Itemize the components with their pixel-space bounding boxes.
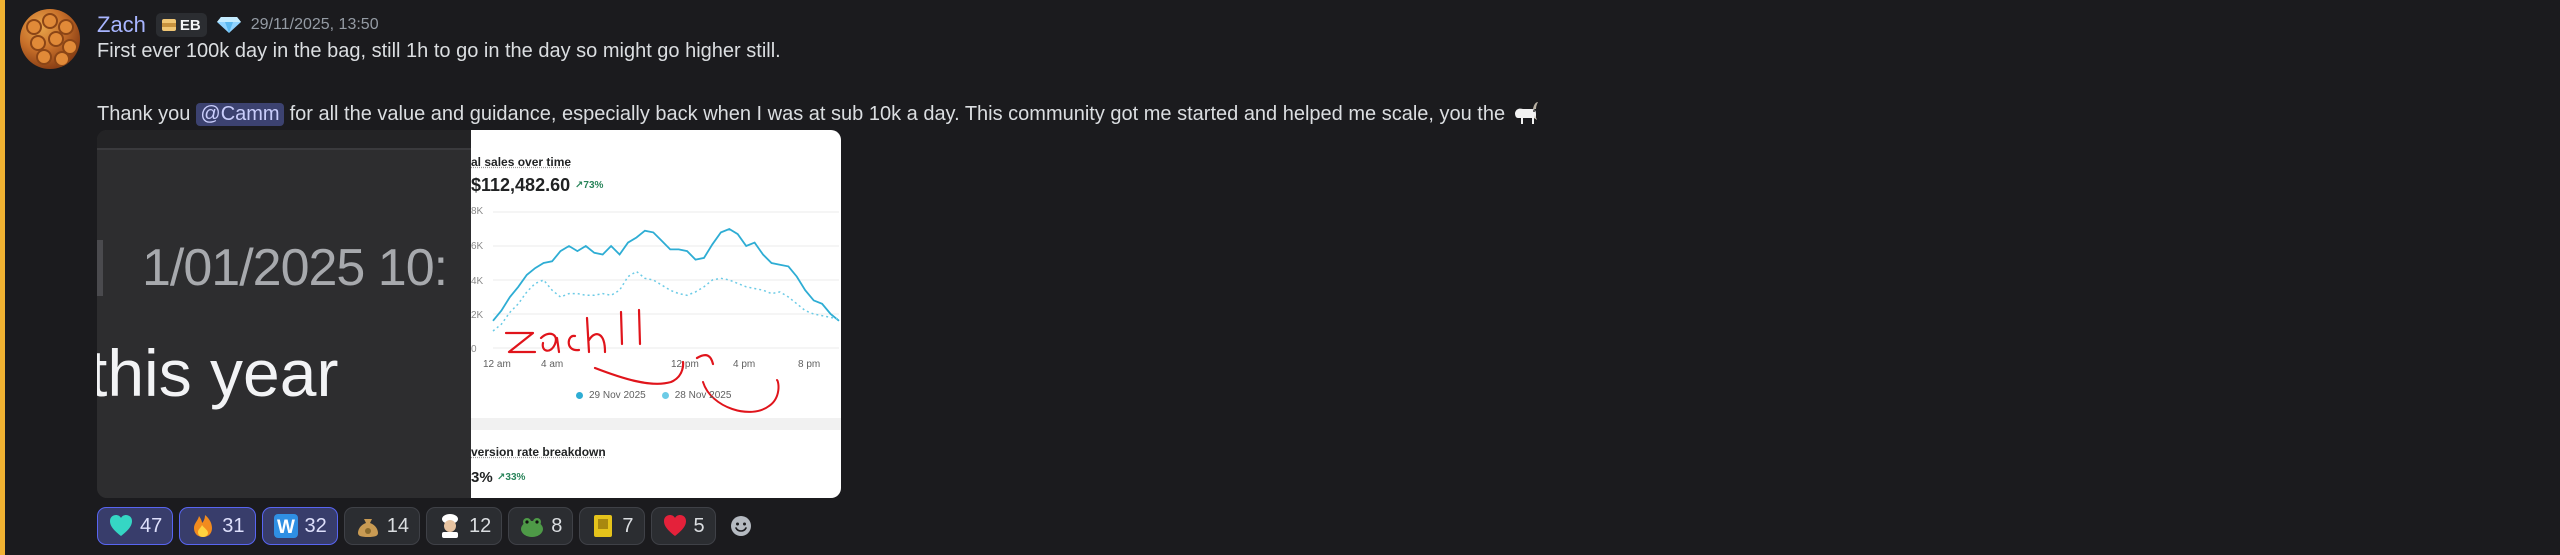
legend-item: 28 Nov 2025: [661, 390, 732, 401]
reaction-count: 32: [304, 514, 327, 537]
reaction-count: 47: [140, 514, 163, 537]
avatar[interactable]: [20, 9, 80, 69]
reaction-count: 14: [386, 514, 409, 537]
reaction-gold-card[interactable]: 7: [579, 507, 645, 545]
date-text: 1/01/2025 10:: [142, 239, 448, 297]
reaction-frog[interactable]: 8: [508, 507, 574, 545]
money-bag-icon: [355, 513, 381, 539]
guild-tag-label: EB: [179, 16, 201, 34]
reaction-red-heart[interactable]: 5: [650, 507, 716, 545]
user-mention[interactable]: @Camm: [196, 102, 284, 126]
red-scribble: [504, 308, 715, 385]
caption-text: this year: [97, 336, 339, 410]
card-separator: [471, 418, 841, 430]
red-heart-icon: [662, 513, 688, 539]
letter-w-icon: W: [273, 513, 299, 539]
reaction-letter-w[interactable]: W 32: [261, 507, 338, 545]
teal-heart-icon: [108, 513, 134, 539]
conversion-title: version rate breakdown: [471, 445, 606, 459]
reaction-fire[interactable]: 31: [179, 507, 256, 545]
x-tick-label: 4 am: [541, 359, 564, 370]
chart-legend: 29 Nov 2025 28 Nov 2025: [576, 390, 731, 401]
legend-dot: [661, 392, 669, 399]
x-tick-label: 12 pm: [671, 359, 699, 370]
message-header: Zach EB 29/11/2025, 13:50: [97, 10, 379, 40]
message-line-1: First ever 100k day in the bag, still 1h…: [97, 40, 781, 62]
fire-icon: [190, 513, 216, 539]
x-tick-label: 12 am: [483, 359, 511, 370]
reaction-count: 8: [551, 514, 563, 537]
x-tick-label: 4 pm: [733, 359, 756, 370]
reaction-count: 5: [693, 514, 705, 537]
screenshot-left: 1/01/2025 10: this year: [97, 130, 471, 498]
add-reaction-button[interactable]: [722, 507, 760, 545]
message-text-after-mention: for all the value and guidance, especial…: [289, 102, 1506, 125]
goat-icon: [1515, 102, 1539, 124]
reaction-count: 12: [469, 514, 492, 537]
chat-message: Zach EB 29/11/2025, 13:50 First ever 100…: [0, 0, 2560, 555]
reaction-bar: 47 31 W 32 14 12 8 7 5: [97, 507, 760, 545]
x-tick-label: 8 pm: [798, 359, 821, 370]
conversion-value: 3%: [471, 469, 493, 486]
username[interactable]: Zach: [97, 12, 146, 38]
reaction-count: 31: [222, 514, 245, 537]
message-text-before-mention: Thank you: [97, 102, 191, 125]
legend-label: 28 Nov 2025: [674, 390, 732, 401]
divider: [97, 240, 103, 296]
svg-text:W: W: [277, 517, 295, 538]
screenshot-right: al sales over time $112,482.60 ↗73% 8K 6…: [471, 130, 841, 498]
timestamp[interactable]: 29/11/2025, 13:50: [251, 16, 379, 34]
sales-line-chart: [492, 211, 840, 413]
reaction-count: 7: [622, 514, 634, 537]
message-line-2: Thank you @Camm for all the value and gu…: [97, 100, 1541, 128]
legend-dot: [576, 392, 583, 399]
gold-card-icon: [590, 513, 616, 539]
diamond-icon[interactable]: [216, 16, 241, 34]
guild-tag-icon: [161, 19, 176, 31]
image-attachment[interactable]: 1/01/2025 10: this year al sales over ti…: [97, 130, 841, 498]
reaction-money-bag[interactable]: 14: [343, 507, 420, 545]
series-line-1: [492, 227, 840, 322]
reaction-teal-heart[interactable]: 47: [97, 507, 174, 545]
chef-icon: [437, 513, 463, 539]
reaction-chef[interactable]: 12: [426, 507, 503, 545]
legend-item: 29 Nov 2025: [576, 390, 646, 401]
legend-label: 29 Nov 2025: [589, 390, 646, 401]
guild-tag-badge[interactable]: EB: [155, 13, 207, 37]
add-reaction-icon: [730, 516, 751, 536]
window-strip: [97, 130, 471, 150]
frog-icon: [519, 513, 545, 539]
conversion-change: ↗33%: [497, 472, 526, 483]
